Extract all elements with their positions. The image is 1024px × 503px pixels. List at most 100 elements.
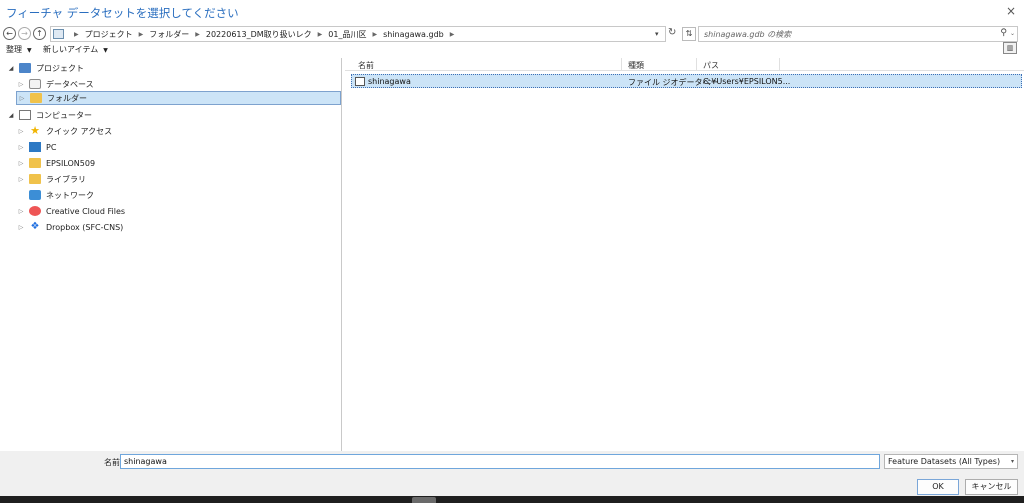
column-divider[interactable] xyxy=(696,58,697,71)
column-divider[interactable] xyxy=(621,58,622,71)
tree-item-library[interactable]: ▷ ライブラリ xyxy=(16,172,336,186)
up-button[interactable]: ↑ xyxy=(33,27,46,40)
network-icon xyxy=(29,190,41,200)
table-row[interactable]: shinagawa ファイル ジオデータベー C:¥Users¥EPSILON5… xyxy=(351,74,1022,88)
tree-item-label: EPSILON509 xyxy=(46,158,96,168)
column-header-row: 名前 種類 パス xyxy=(345,58,1024,71)
dropdown-arrow-icon: ▼ xyxy=(103,47,108,54)
refresh-icon[interactable]: ↻ xyxy=(668,27,676,38)
view-options-icon[interactable]: ▥ xyxy=(1003,42,1017,54)
tree-item-creative-cloud[interactable]: ▷ Creative Cloud Files xyxy=(16,204,336,218)
tree-item-label: ネットワーク xyxy=(46,190,94,200)
chevron-right-icon[interactable]: ▶ xyxy=(318,31,323,38)
breadcrumb-item[interactable]: プロジェクト xyxy=(85,29,133,40)
ok-button[interactable]: OK xyxy=(917,479,959,495)
computer-icon xyxy=(19,110,31,120)
navigation-pane: ◢ プロジェクト ▷ データベース ▷ フォルダー ◢ コンピューター ▷ ★ … xyxy=(0,58,342,451)
tree-item-computer[interactable]: ◢ コンピューター xyxy=(6,108,336,122)
expand-icon[interactable]: ▷ xyxy=(16,224,26,231)
folder-location-icon xyxy=(53,29,64,39)
folder-icon xyxy=(30,93,42,103)
column-header-type[interactable]: 種類 xyxy=(628,60,644,71)
chevron-right-icon[interactable]: ▶ xyxy=(450,31,455,38)
organize-menu[interactable]: 整理 ▼ xyxy=(6,44,32,55)
breadcrumb-item[interactable]: 20220613_DM取り扱いレク xyxy=(206,29,312,40)
tree-item-label: コンピューター xyxy=(36,110,92,120)
chevron-down-icon[interactable]: ▾ xyxy=(655,30,659,38)
dropbox-icon: ❖ xyxy=(30,221,40,232)
tree-item-database[interactable]: ▷ データベース xyxy=(16,77,336,91)
tree-item-network[interactable]: ネットワーク xyxy=(16,188,336,202)
tree-item-label: プロジェクト xyxy=(36,63,84,73)
expand-icon[interactable]: ▷ xyxy=(16,128,26,135)
tree-item-folder[interactable]: ▷ フォルダー xyxy=(16,91,341,105)
breadcrumb-item[interactable]: フォルダー xyxy=(149,29,189,40)
tree-item-project[interactable]: ◢ プロジェクト xyxy=(6,61,336,75)
expand-icon[interactable]: ▷ xyxy=(16,160,26,167)
tree-item-label: PC xyxy=(46,142,57,152)
project-icon xyxy=(19,63,31,73)
dialog-title: フィーチャ データセットを選択してください xyxy=(6,6,239,20)
expand-icon[interactable]: ▷ xyxy=(16,176,26,183)
row-path: C:¥Users¥EPSILON5... xyxy=(703,77,791,86)
name-field[interactable]: shinagawa xyxy=(120,454,880,469)
chevron-right-icon[interactable]: ▶ xyxy=(139,31,144,38)
command-bar: 整理 ▼ 新しいアイテム ▼ xyxy=(0,44,1024,56)
tree-item-label: Creative Cloud Files xyxy=(46,206,126,216)
chevron-right-icon[interactable]: ▶ xyxy=(195,31,200,38)
star-icon: ★ xyxy=(30,124,40,137)
tree-item-quick-access[interactable]: ▷ ★ クイック アクセス xyxy=(16,124,336,138)
address-row: ← → ↑ ▶ プロジェクト ▶ フォルダー ▶ 20220613_DM取り扱い… xyxy=(0,26,1024,43)
breadcrumb: ▶ プロジェクト ▶ フォルダー ▶ 20220613_DM取り扱いレク ▶ 0… xyxy=(68,29,460,40)
dialog-footer: 名前 shinagawa Feature Datasets (All Types… xyxy=(0,451,1024,496)
folder-icon xyxy=(29,158,41,168)
expand-icon[interactable]: ▷ xyxy=(17,95,27,102)
tree-item-label: データベース xyxy=(46,79,94,89)
library-icon xyxy=(29,174,41,184)
tree-item-pc[interactable]: ▷ PC xyxy=(16,140,336,154)
expand-icon[interactable]: ▷ xyxy=(16,208,26,215)
type-filter-value: Feature Datasets (All Types) xyxy=(888,457,1001,466)
search-icon[interactable]: ⚲ xyxy=(1000,28,1007,38)
taskbar xyxy=(0,496,1024,503)
taskbar-item[interactable] xyxy=(412,497,436,503)
breadcrumb-item[interactable]: 01_品川区 xyxy=(328,29,366,40)
address-bar[interactable]: ▶ プロジェクト ▶ フォルダー ▶ 20220613_DM取り扱いレク ▶ 0… xyxy=(50,26,666,42)
expand-icon[interactable]: ◢ xyxy=(6,112,16,119)
row-name: shinagawa xyxy=(368,77,411,86)
search-input[interactable] xyxy=(704,27,974,41)
title-bar: フィーチャ データセットを選択してください × xyxy=(0,0,1024,25)
expand-icon[interactable]: ▷ xyxy=(16,81,26,88)
name-label: 名前 xyxy=(104,458,120,467)
sort-icon[interactable]: ⇅ xyxy=(682,27,696,41)
file-list-pane: 名前 種類 パス shinagawa ファイル ジオデータベー C:¥Users… xyxy=(345,58,1024,451)
column-header-name[interactable]: 名前 xyxy=(358,60,374,71)
expand-icon[interactable]: ▷ xyxy=(16,144,26,151)
dropdown-arrow-icon: ▼ xyxy=(27,47,32,54)
column-header-path[interactable]: パス xyxy=(703,60,719,71)
chevron-right-icon[interactable]: ▶ xyxy=(74,31,79,38)
tree-item-epsilon509[interactable]: ▷ EPSILON509 xyxy=(16,156,336,170)
back-button[interactable]: ← xyxy=(3,27,16,40)
chevron-right-icon[interactable]: ▶ xyxy=(372,31,377,38)
pc-icon xyxy=(29,142,41,152)
forward-button[interactable]: → xyxy=(18,27,31,40)
breadcrumb-item[interactable]: shinagawa.gdb xyxy=(383,30,444,39)
creative-cloud-icon xyxy=(29,206,41,216)
feature-dataset-icon xyxy=(355,77,365,86)
tree-item-label: クイック アクセス xyxy=(46,126,113,136)
column-divider[interactable] xyxy=(779,58,780,71)
search-box: ⚲ ⌄ xyxy=(698,26,1018,42)
tree-item-label: フォルダー xyxy=(47,93,87,103)
new-item-menu[interactable]: 新しいアイテム ▼ xyxy=(43,44,108,55)
organize-label: 整理 xyxy=(6,45,22,54)
expand-icon[interactable]: ◢ xyxy=(6,65,16,72)
close-icon[interactable]: × xyxy=(1004,4,1018,18)
cancel-button[interactable]: キャンセル xyxy=(965,479,1018,495)
type-filter-select[interactable]: Feature Datasets (All Types) ▾ xyxy=(884,454,1018,469)
chevron-down-icon[interactable]: ⌄ xyxy=(1010,30,1015,37)
tree-item-label: ライブラリ xyxy=(46,174,86,184)
chevron-down-icon: ▾ xyxy=(1010,458,1014,465)
tree-item-label: Dropbox (SFC-CNS) xyxy=(46,222,124,232)
tree-item-dropbox[interactable]: ▷ ❖ Dropbox (SFC-CNS) xyxy=(16,220,336,234)
